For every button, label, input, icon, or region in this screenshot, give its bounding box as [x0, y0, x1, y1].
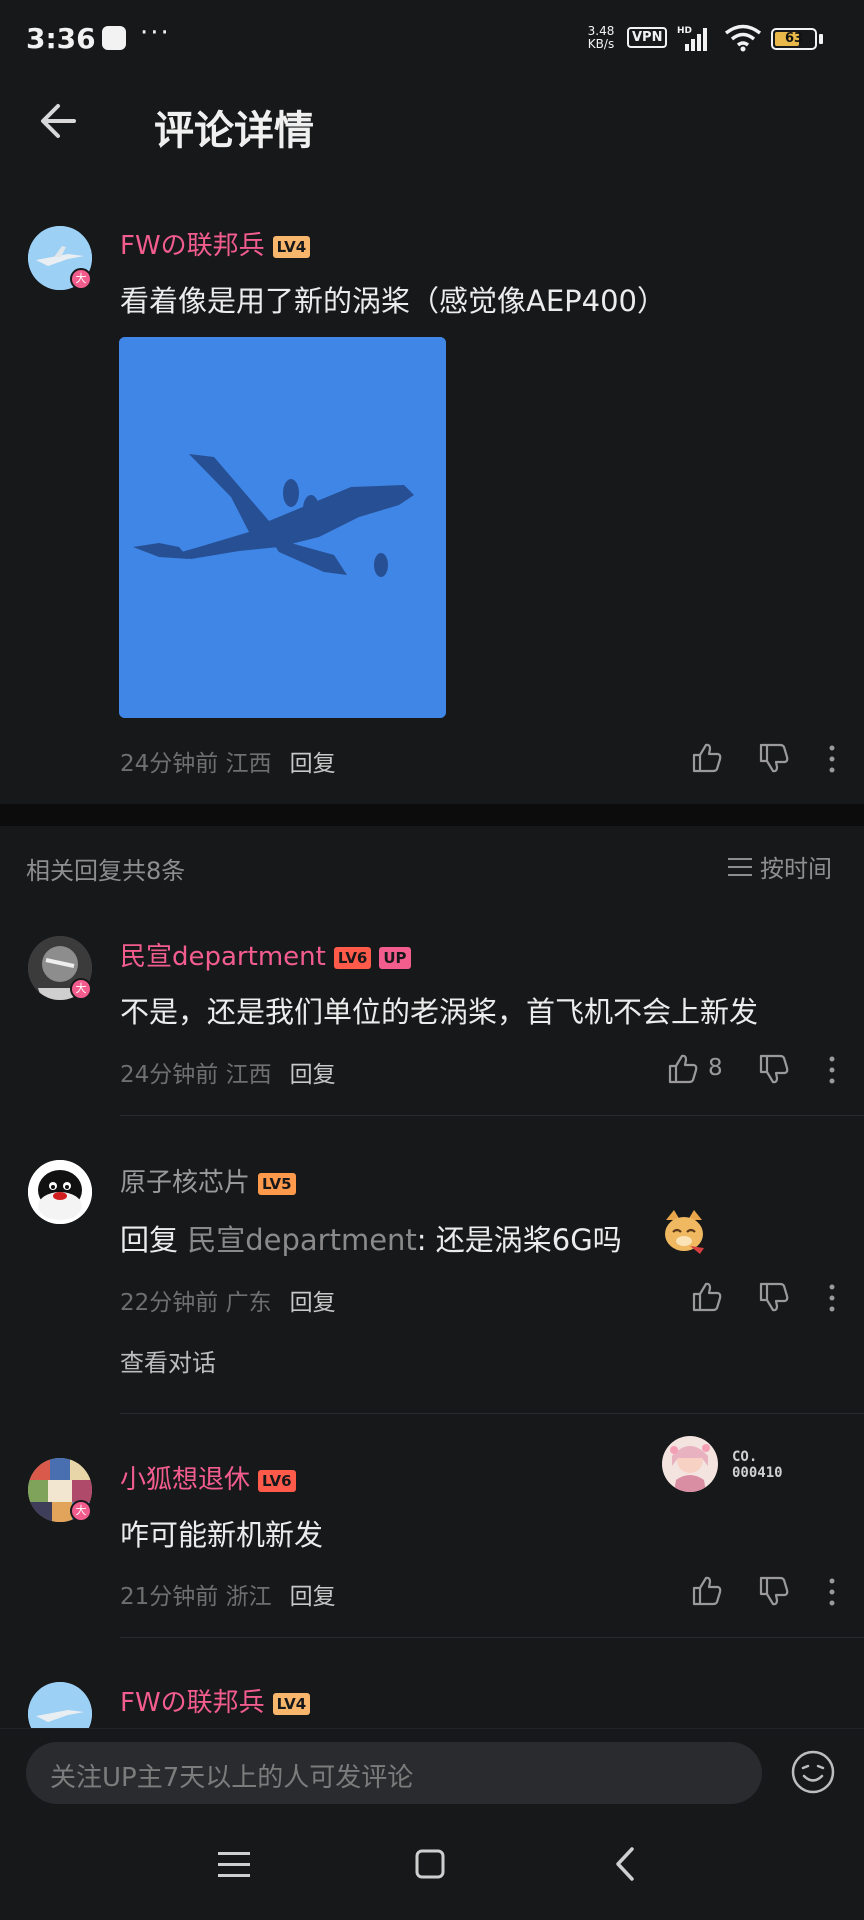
vpn-icon: VPN — [627, 27, 668, 48]
reply-time: 22分钟前 — [120, 1290, 219, 1316]
comment-time: 24分钟前 — [120, 751, 219, 777]
username-text[interactable]: FWの联邦兵 — [120, 1688, 265, 1718]
status-time: 3:36 — [26, 22, 96, 55]
svg-text:HD: HD — [677, 26, 692, 36]
status-bar: 3:36 ··· 3.48 KB/s VPN HD 63 — [0, 0, 864, 72]
level-badge: LV5 — [258, 1172, 296, 1195]
username-text[interactable]: 小狐想退休 — [120, 1465, 250, 1495]
comment-meta: 24分钟前 江西 回复 — [120, 744, 336, 778]
level-badge: LV4 — [272, 235, 311, 258]
reply-time: 24分钟前 — [120, 1062, 219, 1088]
reply-meta: 21分钟前 浙江 回复 — [120, 1577, 336, 1611]
wifi-icon — [724, 24, 762, 52]
back-arrow-icon[interactable] — [34, 98, 84, 144]
level-badge: LV6 — [333, 946, 372, 969]
reply-text: 回复 民宣department: 还是涡桨6G吗 — [120, 1217, 622, 1259]
level-badge: LV6 — [258, 1469, 296, 1492]
page-title: 评论详情 — [154, 108, 314, 154]
reply-location: 浙江 — [225, 1584, 272, 1610]
fan-badge-avatar[interactable] — [662, 1436, 718, 1492]
section-divider — [0, 804, 864, 826]
thumbs-down-icon[interactable] — [757, 1574, 791, 1608]
reply-username[interactable]: 民宣department LV6 UP — [120, 936, 411, 973]
thumbs-up-icon[interactable] — [690, 1574, 724, 1608]
thumbs-up-icon[interactable] — [690, 741, 724, 775]
network-speed-unit: KB/s — [587, 37, 615, 51]
qq-notification-icon — [102, 26, 126, 50]
signal-icon: HD — [677, 26, 707, 51]
fan-badge-number: CO. 000410 — [732, 1449, 783, 1481]
reply-time: 21分钟前 — [120, 1584, 219, 1610]
reply-username[interactable]: 小狐想退休 LV6 — [120, 1459, 296, 1496]
reply-location: 广东 — [225, 1290, 272, 1316]
sort-lines-icon — [728, 858, 752, 876]
anime-badge-icon — [662, 1436, 718, 1492]
verified-badge: 大 — [70, 268, 92, 290]
comment-text: 看着像是用了新的涡桨（感觉像AEP400） — [120, 284, 667, 318]
comment-input-placeholder: 关注UP主7天以上的人可发评论 — [50, 1763, 414, 1793]
more-options-icon[interactable] — [826, 1055, 838, 1085]
reply-meta: 22分钟前 广东 回复 — [120, 1283, 336, 1317]
like-count: 8 — [708, 1055, 723, 1081]
fan-badge-line1: CO. — [732, 1449, 758, 1465]
thumbs-down-icon[interactable] — [757, 1052, 791, 1086]
back-nav-icon[interactable] — [610, 1846, 640, 1882]
menu-nav-icon[interactable] — [216, 1848, 252, 1882]
reply-body: : 还是涡桨6G吗 — [416, 1223, 622, 1257]
replies-count: 相关回复共8条 — [26, 857, 186, 885]
username-text[interactable]: 原子核芯片 — [120, 1168, 250, 1198]
airplane-photo — [119, 337, 446, 718]
reply-button[interactable]: 回复 — [290, 1062, 336, 1088]
sort-toggle[interactable]: 按时间 — [728, 849, 832, 884]
reply-username[interactable]: 原子核芯片 LV5 — [120, 1162, 296, 1199]
view-conversation-link[interactable]: 查看对话 — [120, 1343, 216, 1378]
verified-badge: 大 — [70, 978, 92, 1000]
comment-input[interactable]: 关注UP主7天以上的人可发评论 — [26, 1742, 762, 1804]
thumbs-up-icon[interactable] — [690, 1280, 724, 1314]
reply-text: 咋可能新机新发 — [120, 1518, 324, 1552]
reply-button[interactable]: 回复 — [290, 1584, 336, 1610]
reply-button[interactable]: 回复 — [290, 751, 336, 777]
fan-badge-line2: 000410 — [732, 1465, 783, 1481]
verified-badge: 大 — [70, 1500, 92, 1522]
username-text[interactable]: 民宣department — [120, 942, 326, 972]
more-options-icon[interactable] — [826, 744, 838, 774]
thumbs-up-icon[interactable] — [666, 1052, 700, 1086]
comment-image[interactable] — [119, 337, 446, 718]
comment-location: 江西 — [225, 751, 272, 777]
level-badge: LV4 — [272, 1692, 311, 1715]
row-divider — [120, 1115, 864, 1116]
username-text[interactable]: FWの联邦兵 — [120, 231, 265, 261]
battery-icon: 63 — [771, 28, 817, 50]
reply-username[interactable]: FWの联邦兵 LV4 — [120, 1682, 311, 1719]
battery-nub — [819, 34, 823, 44]
cat-emoji-icon — [665, 1210, 704, 1254]
up-badge: UP — [379, 946, 411, 969]
more-options-icon[interactable] — [826, 1283, 838, 1313]
comment-username[interactable]: FWの联邦兵 LV4 — [120, 225, 311, 262]
thumbs-down-icon[interactable] — [757, 1280, 791, 1314]
reply-prefix: 回复 — [120, 1223, 188, 1257]
row-divider — [120, 1413, 864, 1414]
emoji-icon[interactable] — [790, 1749, 836, 1795]
battery-level: 63 — [784, 31, 804, 46]
more-notifications-icon: ··· — [140, 18, 171, 48]
more-options-icon[interactable] — [826, 1577, 838, 1607]
reply-target-user[interactable]: 民宣department — [187, 1223, 417, 1257]
avatar[interactable] — [28, 1160, 92, 1224]
reply-text: 不是，还是我们单位的老涡桨，首飞机不会上新发 — [120, 995, 759, 1029]
sort-label[interactable]: 按时间 — [760, 855, 832, 883]
reply-meta: 24分钟前 江西 回复 — [120, 1055, 336, 1089]
reply-location: 江西 — [225, 1062, 272, 1088]
home-nav-icon[interactable] — [414, 1848, 446, 1880]
thumbs-down-icon[interactable] — [757, 741, 791, 775]
penguin-avatar-icon — [28, 1160, 92, 1224]
network-speed: 3.48 KB/s — [584, 25, 618, 51]
row-divider — [120, 1637, 864, 1638]
reply-button[interactable]: 回复 — [290, 1290, 336, 1316]
